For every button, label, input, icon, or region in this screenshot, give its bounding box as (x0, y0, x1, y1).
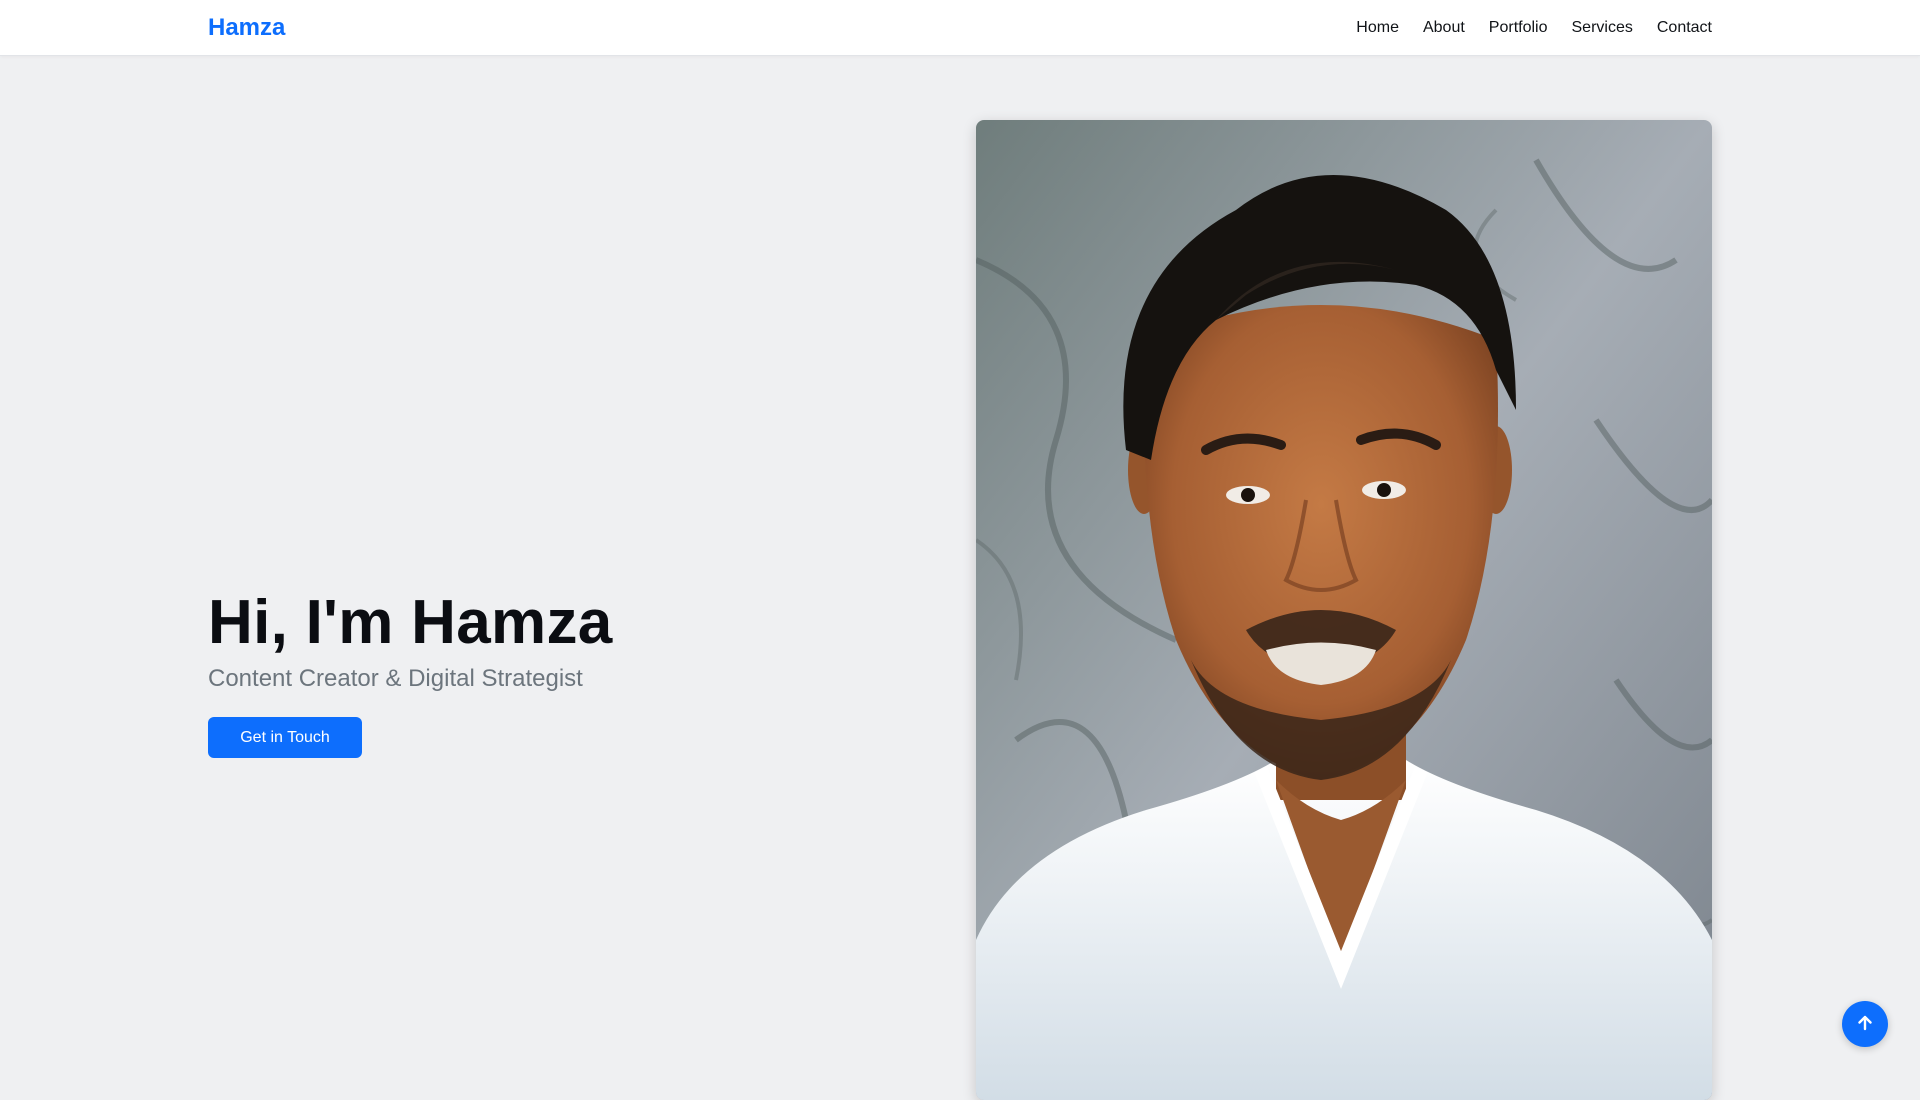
portrait-photo (976, 120, 1712, 1100)
nav-menu: Home About Portfolio Services Contact (1356, 0, 1712, 56)
hero-subtitle: Content Creator & Digital Strategist (208, 665, 583, 692)
nav-link-portfolio[interactable]: Portfolio (1489, 18, 1548, 38)
hero-text: Hi, I'm Hamza Content Creator & Digital … (208, 585, 613, 695)
nav-link-home[interactable]: Home (1356, 18, 1399, 38)
scroll-to-top-button[interactable] (1842, 1001, 1888, 1047)
nav-link-about[interactable]: About (1423, 18, 1465, 38)
nav-link-contact[interactable]: Contact (1657, 18, 1712, 38)
nav-link-services[interactable]: Services (1572, 18, 1633, 38)
arrow-up-icon (1856, 1014, 1874, 1035)
brand-logo[interactable]: Hamza (208, 13, 285, 43)
hero-title: Hi, I'm Hamza (208, 588, 613, 657)
get-in-touch-button[interactable]: Get in Touch (208, 717, 362, 758)
navbar: Hamza Home About Portfolio Services Cont… (0, 0, 1920, 56)
